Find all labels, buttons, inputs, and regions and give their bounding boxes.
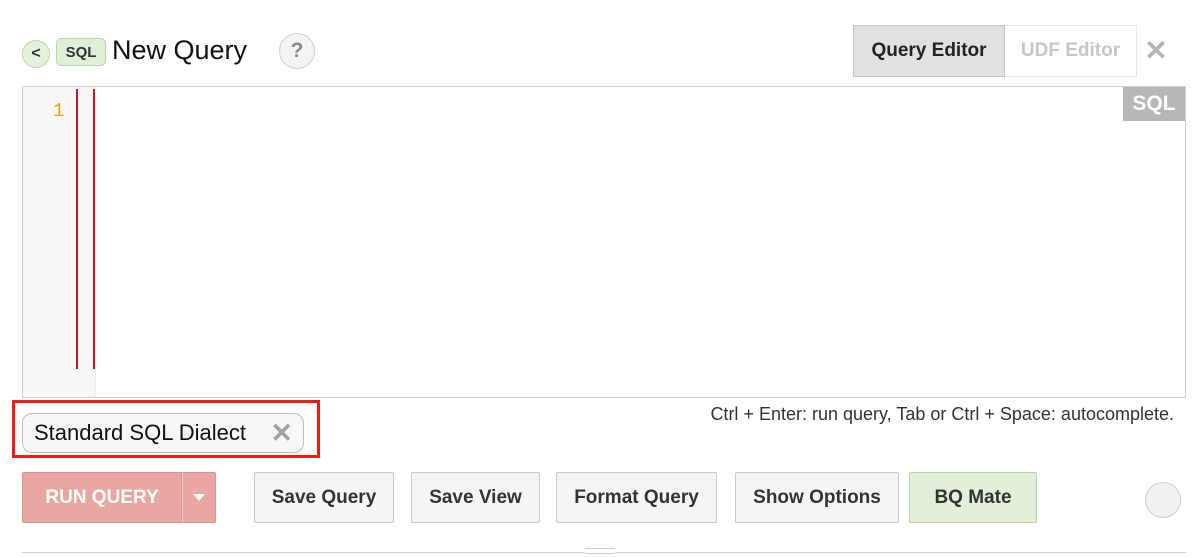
query-editor[interactable]: 1 SQL [22,86,1186,398]
remove-dialect-icon[interactable]: ✕ [270,418,293,449]
dialect-chip: Standard SQL Dialect ✕ [22,413,304,453]
keyboard-hint: Ctrl + Enter: run query, Tab or Ctrl + S… [710,404,1174,424]
show-options-button[interactable]: Show Options [735,472,899,523]
save-query-button[interactable]: Save Query [254,472,394,523]
save-view-button[interactable]: Save View [411,472,540,523]
close-icon[interactable]: ✕ [1142,34,1170,66]
gutter-marker-line [76,89,78,369]
gutter-marker-line [93,89,95,369]
resize-handle[interactable] [585,548,615,554]
editor-tabs: Query Editor UDF Editor [853,25,1137,77]
dialect-label: Standard SQL Dialect [34,420,246,445]
back-button[interactable]: < [22,40,50,68]
line-number-gutter: 1 [23,87,96,397]
page-title: New Query [112,35,248,65]
bq-mate-button[interactable]: BQ Mate [909,472,1037,523]
tab-query-editor[interactable]: Query Editor [853,25,1005,77]
run-options-dropdown[interactable] [182,472,216,523]
run-query-button[interactable]: RUN QUERY [22,472,182,523]
sql-mode-pill: SQL [56,38,106,66]
language-badge: SQL [1123,87,1185,121]
line-number: 1 [53,100,65,122]
chevron-down-icon [193,494,205,501]
tab-udf-editor[interactable]: UDF Editor [1005,25,1137,77]
help-icon[interactable]: ? [279,33,315,69]
format-query-button[interactable]: Format Query [556,472,717,523]
status-indicator [1145,482,1181,518]
